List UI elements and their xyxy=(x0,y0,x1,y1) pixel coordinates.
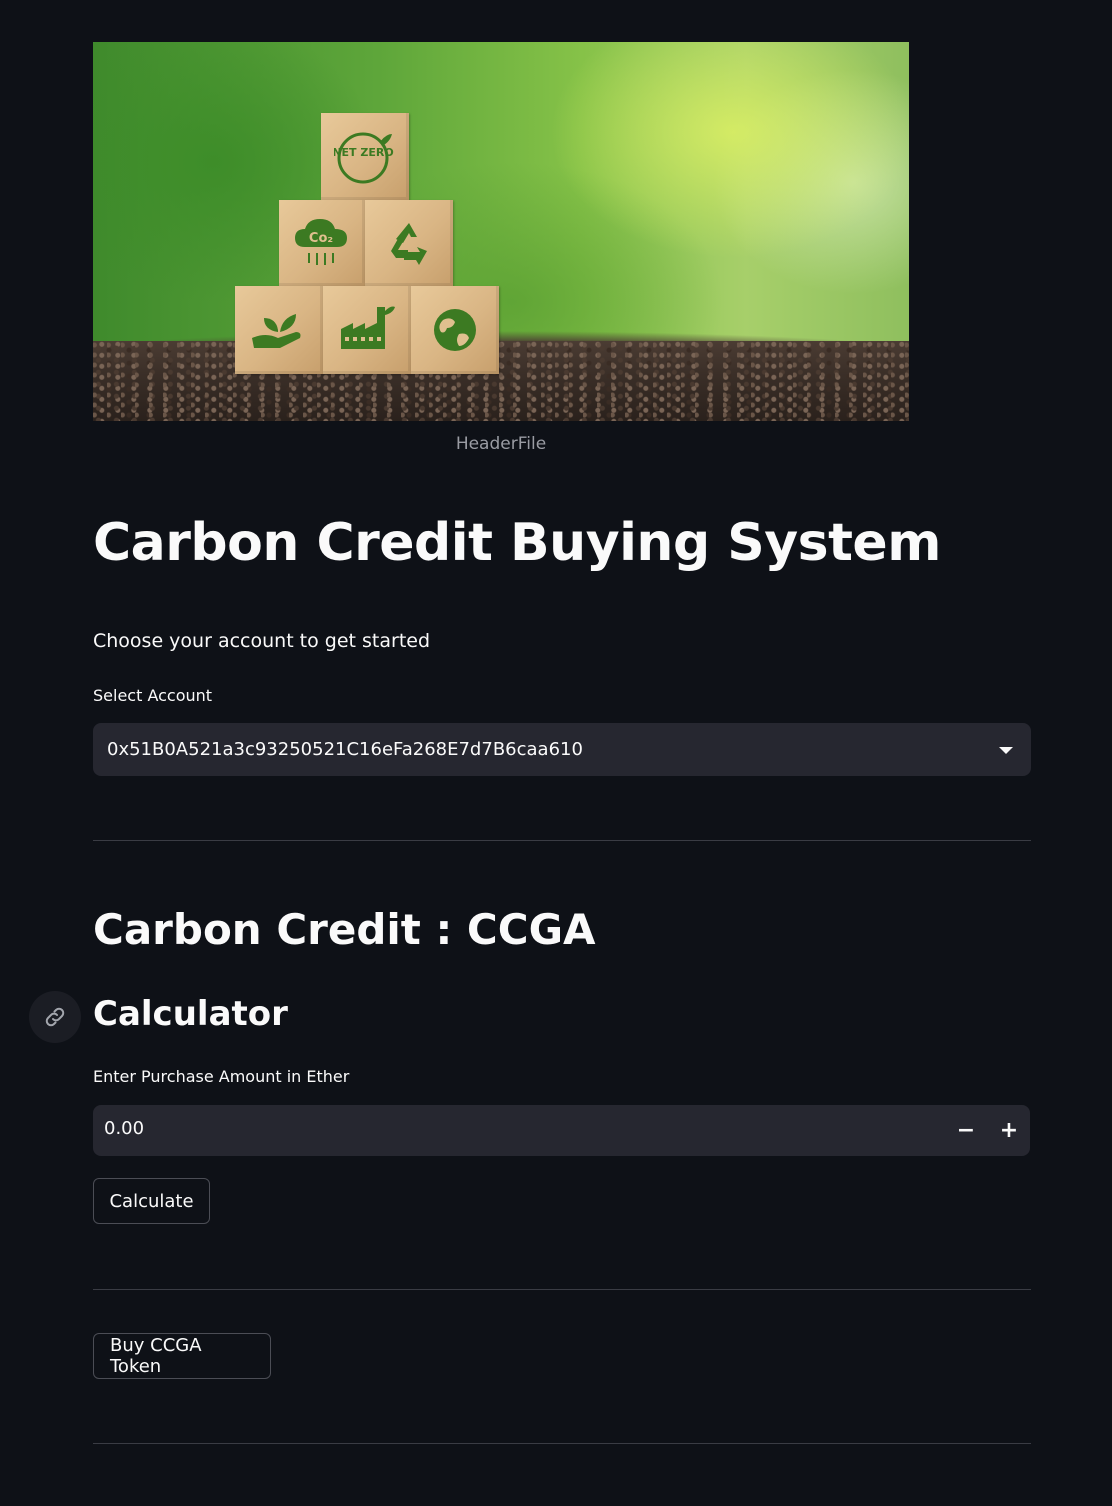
purchase-amount-label: Enter Purchase Amount in Ether xyxy=(93,1067,350,1086)
purchase-amount-value[interactable]: 0.00 xyxy=(104,1118,144,1139)
app-page: NET ZERO Co₂ HeaderFile Carbon Credit Bu… xyxy=(0,0,1112,1506)
divider xyxy=(93,1289,1031,1290)
calculator-heading: Calculator xyxy=(93,994,288,1034)
calculate-button[interactable]: Calculate xyxy=(93,1178,210,1224)
intro-text: Choose your account to get started xyxy=(93,630,431,652)
recycle-block xyxy=(365,200,453,286)
link-icon xyxy=(45,1007,65,1027)
globe-icon xyxy=(434,309,476,351)
plant-hand-icon xyxy=(252,314,301,348)
account-select-value: 0x51B0A521a3c93250521C16eFa268E7d7B6caa6… xyxy=(107,739,583,760)
net-zero-icon: NET ZERO xyxy=(334,132,394,183)
anchor-link-button[interactable] xyxy=(29,991,81,1043)
select-account-label: Select Account xyxy=(93,686,213,705)
divider xyxy=(93,840,1031,841)
net-zero-block: NET ZERO xyxy=(321,113,409,200)
increment-button[interactable]: + xyxy=(988,1105,1030,1156)
token-heading: Carbon Credit : CCGA xyxy=(93,905,596,954)
globe-block xyxy=(411,286,499,374)
header-image-caption: HeaderFile xyxy=(455,434,547,454)
divider xyxy=(93,1443,1031,1444)
header-image: NET ZERO Co₂ xyxy=(93,42,909,421)
purchase-amount-input[interactable]: 0.00 − + xyxy=(93,1105,1030,1156)
plant-hand-block xyxy=(235,286,323,374)
svg-text:NET ZERO: NET ZERO xyxy=(334,146,394,159)
account-select[interactable]: 0x51B0A521a3c93250521C16eFa268E7d7B6caa6… xyxy=(93,723,1031,776)
svg-text:Co₂: Co₂ xyxy=(309,231,333,246)
factory-icon xyxy=(341,306,395,349)
co2-block: Co₂ xyxy=(279,200,365,286)
co2-cloud-icon: Co₂ xyxy=(295,219,347,265)
factory-block xyxy=(323,286,411,374)
recycle-icon xyxy=(391,223,427,265)
page-title: Carbon Credit Buying System xyxy=(93,513,941,573)
chevron-down-icon[interactable] xyxy=(999,747,1013,754)
buy-token-button[interactable]: Buy CCGA Token xyxy=(93,1333,271,1379)
soil-ground xyxy=(93,341,909,421)
decrement-button[interactable]: − xyxy=(945,1105,987,1156)
